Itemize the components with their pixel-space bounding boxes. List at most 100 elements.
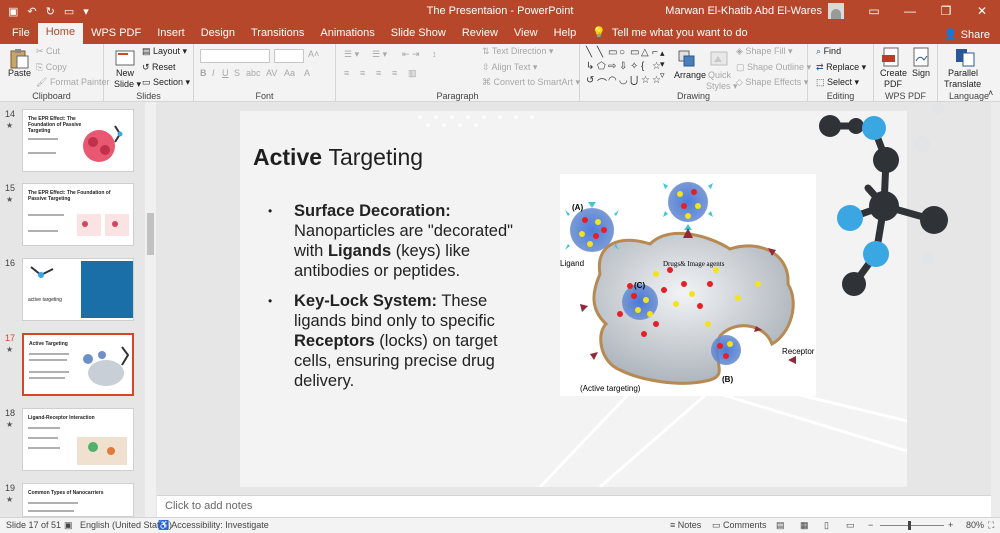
font-name-box[interactable]: [200, 49, 270, 63]
zoom-out-icon[interactable]: −: [868, 520, 873, 530]
tab-home[interactable]: Home: [37, 23, 84, 44]
underline-icon[interactable]: U: [222, 68, 229, 78]
create-pdf-icon[interactable]: [880, 46, 902, 68]
format-painter-button[interactable]: 🖌 Format Painter: [36, 77, 109, 88]
select-button[interactable]: ⬚ Select ▾: [816, 77, 859, 88]
redo-icon[interactable]: ↻: [46, 5, 55, 18]
comments-toggle[interactable]: ▭ Comments: [712, 520, 767, 531]
sign-icon[interactable]: [910, 46, 932, 68]
align-center-icon[interactable]: ≡: [360, 68, 365, 78]
ribbon-display-options-icon[interactable]: ▭: [856, 0, 892, 22]
change-case-icon[interactable]: Aa: [284, 68, 295, 78]
thumbnail-slide-16[interactable]: 16 active targeting: [0, 258, 145, 328]
shapes-gallery[interactable]: ╲ ╲ ▭ ○ ▭ △ ⌐ ↳ ⬠ ⇨ ⇩ ✧{☆ ↺ ⌒ ◠ ◡ ⋃ ☆ ☆: [586, 47, 661, 90]
thumbnails-scrollbar[interactable]: [145, 102, 156, 517]
tab-help[interactable]: Help: [546, 24, 585, 44]
tab-transitions[interactable]: Transitions: [243, 24, 312, 44]
shape-effects-button[interactable]: ◇ Shape Effects ▾: [736, 77, 808, 88]
columns-icon[interactable]: ▥: [408, 68, 417, 79]
grow-font-icon[interactable]: A˄: [308, 49, 319, 59]
font-size-box[interactable]: [274, 49, 304, 63]
section-button[interactable]: ▭ Section ▾: [142, 77, 190, 88]
translate-icon[interactable]: [954, 46, 976, 68]
spellcheck-icon[interactable]: ▣: [64, 520, 73, 531]
shape-outline-button[interactable]: ▢ Shape Outline ▾: [736, 62, 811, 73]
editor-scrollbar[interactable]: [991, 102, 1000, 517]
align-right-icon[interactable]: ≡: [376, 68, 381, 78]
font-color-icon[interactable]: A: [304, 68, 310, 78]
replace-button[interactable]: ⇄ Replace ▾: [816, 62, 866, 73]
shadow-icon[interactable]: S: [234, 68, 240, 78]
thumbnail-slide-15[interactable]: 15 ★ The EPR Effect: The Foundation of P…: [0, 183, 145, 253]
zoom-slider[interactable]: [880, 525, 944, 526]
quick-styles-icon[interactable]: [708, 48, 730, 70]
arrange-icon[interactable]: [676, 48, 698, 70]
customize-qat-icon[interactable]: ▾: [83, 5, 89, 18]
align-left-icon[interactable]: ≡: [344, 68, 349, 78]
align-text-button[interactable]: ⇳ Align Text ▾: [482, 62, 537, 73]
thumbnails-scroll-thumb[interactable]: [147, 213, 154, 255]
line-spacing-icon[interactable]: ↕: [432, 49, 437, 59]
undo-icon[interactable]: ↶: [27, 5, 36, 18]
restore-icon[interactable]: ❐: [928, 0, 964, 22]
accessibility-checker[interactable]: ♿ Accessibility: Investigate: [158, 520, 269, 531]
tab-file[interactable]: File: [4, 24, 38, 44]
reset-button[interactable]: ↺ Reset: [142, 62, 176, 73]
new-slide-dropdown[interactable]: Slide ▾: [114, 79, 141, 90]
text-direction-button[interactable]: ⇅ Text Direction ▾: [482, 46, 553, 57]
share-button[interactable]: 👤 Share: [944, 28, 990, 41]
notes-placeholder[interactable]: Click to add notes: [165, 500, 252, 512]
collapse-ribbon-icon[interactable]: ˄: [988, 88, 993, 98]
tab-design[interactable]: Design: [193, 24, 243, 44]
notes-pane[interactable]: Click to add notes: [157, 495, 991, 517]
strikethrough-icon[interactable]: abc: [246, 68, 261, 78]
slide-body-text[interactable]: • Surface Decoration: Nanoparticles are …: [268, 201, 530, 401]
reading-view-icon[interactable]: ▯: [824, 520, 829, 531]
slide-show-icon[interactable]: ▭: [846, 520, 855, 531]
tab-wps-pdf[interactable]: WPS PDF: [83, 24, 149, 44]
zoom-in-icon[interactable]: +: [948, 520, 953, 530]
notes-toggle[interactable]: ≡ Notes: [670, 520, 701, 530]
new-slide-button[interactable]: New: [116, 68, 134, 78]
layout-button[interactable]: ▤ Layout ▾: [142, 46, 187, 57]
tab-insert[interactable]: Insert: [149, 24, 193, 44]
bold-icon[interactable]: B: [200, 68, 207, 78]
char-spacing-icon[interactable]: AV: [266, 68, 277, 78]
slide-title[interactable]: Active Targeting: [253, 144, 423, 171]
cut-button[interactable]: ✂ Cut: [36, 46, 60, 57]
new-slide-icon[interactable]: [114, 48, 136, 70]
current-slide[interactable]: Active Targeting • Surface Decoration: N…: [240, 111, 907, 487]
tab-view[interactable]: View: [506, 24, 546, 44]
thumbnail-slide-17[interactable]: 17 ★ Active Targeting: [0, 333, 145, 403]
close-icon[interactable]: ✕: [964, 0, 1000, 22]
quick-styles-button[interactable]: Quick: [708, 70, 731, 80]
find-button[interactable]: ⌕ Find: [816, 46, 841, 57]
tab-slide-show[interactable]: Slide Show: [383, 24, 454, 44]
tab-animations[interactable]: Animations: [312, 24, 382, 44]
sign-button[interactable]: Sign: [912, 68, 930, 78]
thumbnail-slide-14[interactable]: 14 ★ The EPR Effect: The Foundation of P…: [0, 109, 145, 179]
thumbnail-slide-18[interactable]: 18 ★ Ligand-Receptor Interaction: [0, 408, 145, 478]
zoom-slider-thumb[interactable]: [908, 521, 911, 530]
shape-fill-button[interactable]: ◈ Shape Fill ▾: [736, 46, 792, 57]
tab-review[interactable]: Review: [454, 24, 506, 44]
avatar[interactable]: [828, 3, 844, 19]
fit-slide-icon[interactable]: ⛶: [988, 520, 994, 531]
create-pdf-button[interactable]: Create: [880, 68, 907, 78]
arrange-button[interactable]: Arrange: [674, 70, 706, 80]
convert-smartart-button[interactable]: ⌘ Convert to SmartArt ▾: [482, 77, 580, 88]
justify-icon[interactable]: ≡: [392, 68, 397, 78]
indent-icon[interactable]: ⇤ ⇥: [402, 49, 420, 60]
tell-me-search[interactable]: 💡 Tell me what you want to do: [584, 24, 755, 44]
save-icon[interactable]: ▣: [8, 5, 18, 18]
active-targeting-figure[interactable]: (A) Ligand Drugs& Image agents (C) Recep…: [560, 174, 816, 396]
slide-sorter-icon[interactable]: ▦: [800, 520, 809, 531]
present-icon[interactable]: ▭: [64, 5, 74, 18]
normal-view-icon[interactable]: ▤: [776, 520, 785, 531]
user-name[interactable]: Marwan El-Khatib Abd El-Wares: [665, 5, 822, 17]
paste-icon[interactable]: [8, 48, 30, 70]
zoom-level[interactable]: 80%: [966, 520, 984, 530]
bullets-icon[interactable]: ☰ ▾: [344, 49, 359, 60]
shapes-gallery-scroll[interactable]: ▴ ▾ ▿: [660, 48, 665, 81]
paste-button[interactable]: Paste: [8, 68, 31, 78]
